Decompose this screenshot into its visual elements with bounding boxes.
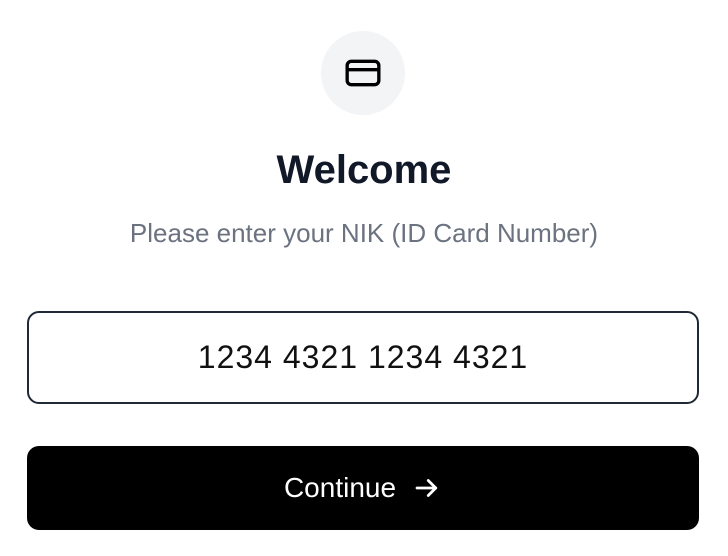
arrow-right-icon [412,473,442,503]
continue-button[interactable]: Continue [27,446,699,530]
page-title: Welcome [276,148,452,192]
continue-button-label: Continue [283,472,397,503]
nik-input[interactable] [27,311,699,404]
credit-card-icon [343,53,383,93]
page-subtitle: Please enter your NIK (ID Card Number) [129,218,599,248]
card-icon-badge [321,31,405,115]
